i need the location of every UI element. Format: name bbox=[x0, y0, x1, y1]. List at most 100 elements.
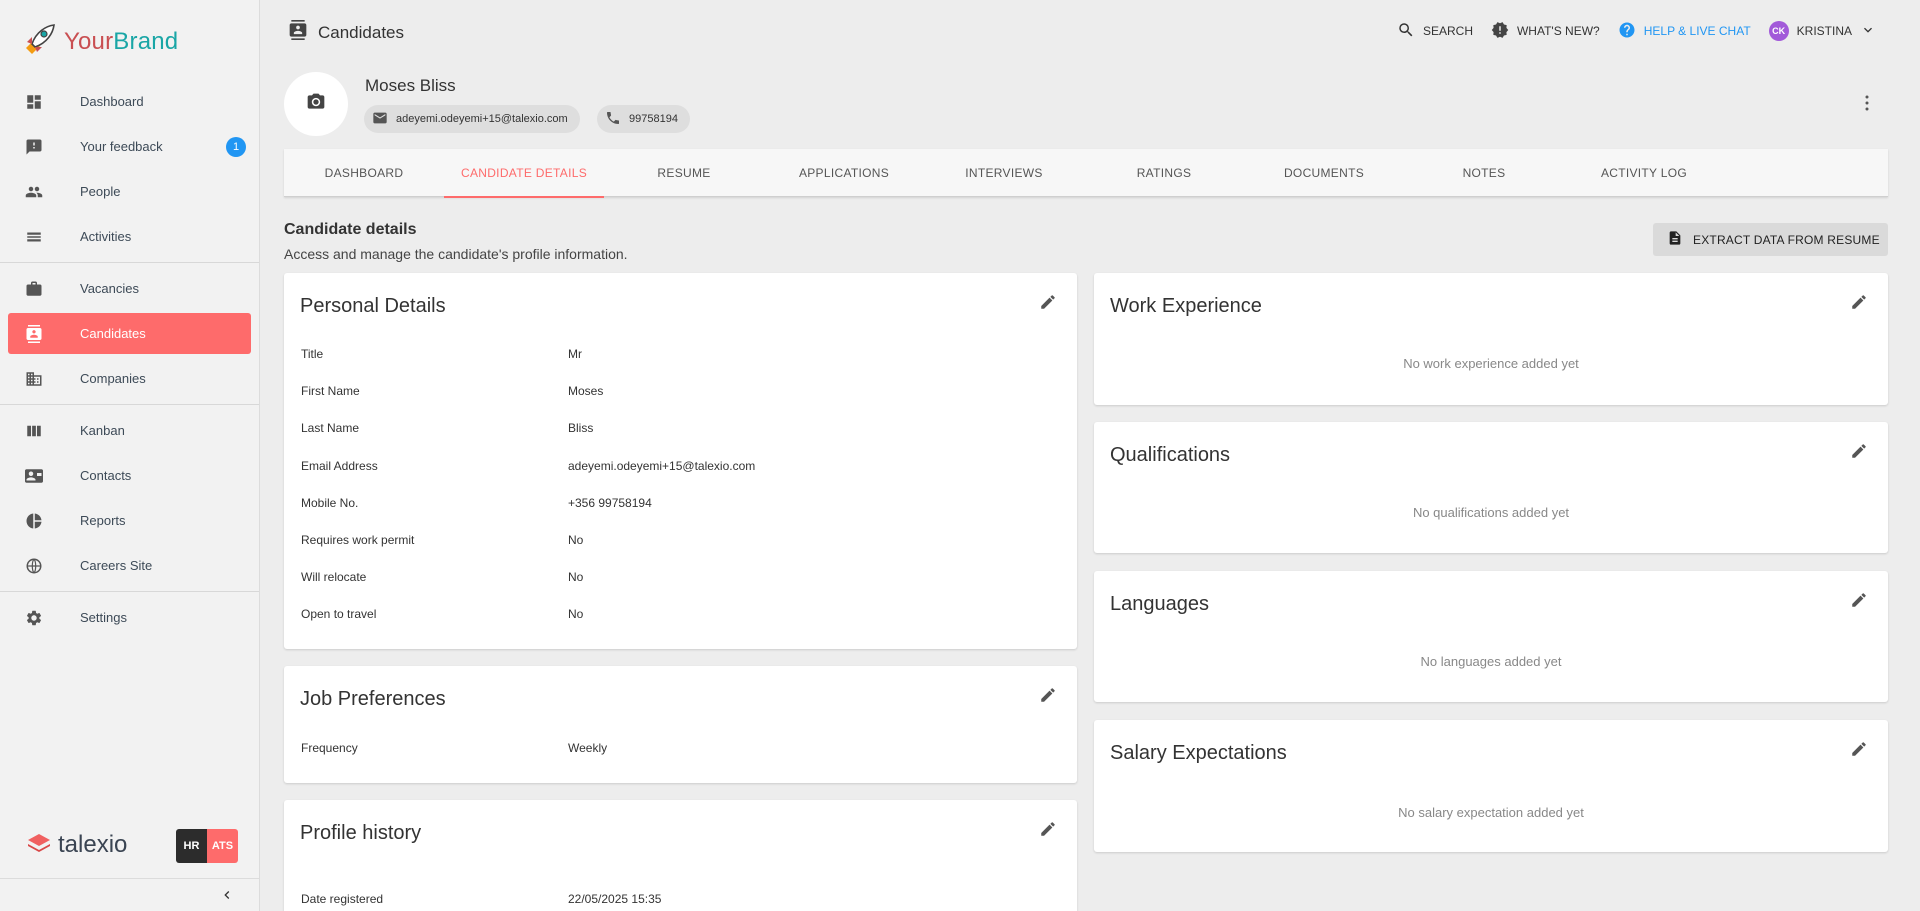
tab-notes[interactable]: NOTES bbox=[1404, 149, 1564, 197]
talexio-logo: talexio bbox=[26, 831, 127, 859]
extract-resume-label: EXTRACT DATA FROM RESUME bbox=[1693, 232, 1880, 247]
sidebar-item-contacts[interactable]: Contacts bbox=[0, 453, 259, 498]
product-switcher[interactable]: HR ATS bbox=[176, 829, 238, 863]
chevron-down-icon bbox=[1860, 22, 1876, 41]
search-icon bbox=[1397, 21, 1415, 42]
collapse-sidebar-icon[interactable] bbox=[219, 887, 235, 908]
search-button[interactable]: SEARCH bbox=[1397, 21, 1473, 42]
user-name: KRISTINA bbox=[1796, 24, 1852, 38]
edit-pencil-icon[interactable] bbox=[1039, 293, 1057, 316]
whats-new-label: WHAT'S NEW? bbox=[1516, 24, 1600, 38]
sidebar-item-label: Dashboard bbox=[80, 94, 144, 109]
languages-card: Languages No languages added yet bbox=[1094, 571, 1888, 702]
detail-label: Will relocate bbox=[301, 570, 367, 584]
sidebar-item-label: Contacts bbox=[80, 468, 132, 483]
help-label: HELP & LIVE CHAT bbox=[1643, 24, 1751, 38]
sidebar-item-careers-site[interactable]: Careers Site bbox=[0, 543, 259, 588]
detail-value: Mr bbox=[568, 347, 582, 361]
activities-icon bbox=[24, 227, 44, 247]
email-chip-label: adeyemi.odeyemi+15@talexio.com bbox=[396, 113, 568, 125]
rocket-icon bbox=[22, 22, 58, 61]
detail-label: Email Address bbox=[301, 459, 378, 473]
help-chat-button[interactable]: HELP & LIVE CHAT bbox=[1618, 21, 1751, 42]
card-title: Job Preferences bbox=[300, 688, 446, 710]
empty-state-text: No work experience added yet bbox=[1403, 356, 1579, 371]
job-preferences-card: Job Preferences Frequency Weekly bbox=[284, 666, 1077, 783]
card-title: Personal Details bbox=[300, 295, 446, 317]
brand-logo[interactable]: YourBrand bbox=[22, 22, 178, 61]
email-chip[interactable]: adeyemi.odeyemi+15@talexio.com bbox=[364, 105, 580, 133]
hr-switch[interactable]: HR bbox=[176, 829, 207, 863]
detail-value: Bliss bbox=[568, 421, 594, 435]
edit-pencil-icon[interactable] bbox=[1850, 442, 1868, 465]
sidebar-divider bbox=[0, 262, 259, 263]
sidebar-item-people[interactable]: People bbox=[0, 169, 259, 214]
detail-value: Moses bbox=[568, 384, 604, 398]
sidebar-item-companies[interactable]: Companies bbox=[0, 356, 259, 401]
sidebar-item-candidates[interactable]: Candidates bbox=[8, 313, 251, 354]
detail-label: Requires work permit bbox=[301, 533, 415, 547]
candidate-tabs: DASHBOARD CANDIDATE DETAILS RESUME APPLI… bbox=[284, 149, 1888, 198]
avatar: CK bbox=[1768, 21, 1789, 41]
user-menu[interactable]: CK KRISTINA bbox=[1768, 21, 1876, 41]
people-icon bbox=[24, 182, 44, 202]
edit-pencil-icon[interactable] bbox=[1850, 740, 1868, 763]
sidebar-item-kanban[interactable]: Kanban bbox=[0, 408, 259, 453]
page-title: Candidates bbox=[288, 20, 404, 45]
tab-activity-log[interactable]: ACTIVITY LOG bbox=[1564, 149, 1724, 197]
more-options-icon[interactable] bbox=[1862, 94, 1872, 117]
sidebar-item-label: Candidates bbox=[80, 326, 146, 341]
notification-badge: 1 bbox=[226, 136, 246, 157]
pie-chart-icon bbox=[24, 511, 44, 531]
sidebar-item-activities[interactable]: Activities bbox=[0, 214, 259, 259]
edit-pencil-icon[interactable] bbox=[1039, 686, 1057, 709]
help-icon bbox=[1618, 21, 1636, 42]
new-badge-icon bbox=[1491, 21, 1509, 42]
upload-photo-button[interactable] bbox=[284, 72, 348, 136]
building-icon bbox=[24, 369, 44, 389]
tab-documents[interactable]: DOCUMENTS bbox=[1244, 149, 1404, 197]
sidebar-nav: Dashboard Your feedback 1 People Activit… bbox=[0, 79, 259, 640]
detail-value: +356 99758194 bbox=[568, 496, 652, 510]
personal-details-card: Personal Details Title Mr First Name Moses… bbox=[284, 273, 1077, 649]
sidebar-item-label: Settings bbox=[80, 610, 127, 625]
sidebar-item-label: Companies bbox=[80, 371, 146, 386]
tab-dashboard[interactable]: DASHBOARD bbox=[284, 149, 444, 197]
top-actions: SEARCH WHAT'S NEW? HELP & LIVE CHAT CK K… bbox=[1397, 20, 1876, 42]
feedback-icon bbox=[24, 137, 44, 157]
qualifications-card: Qualifications No qualifications added y… bbox=[1094, 422, 1888, 553]
edit-pencil-icon[interactable] bbox=[1039, 820, 1057, 843]
sidebar-item-dashboard[interactable]: Dashboard bbox=[0, 79, 259, 124]
sidebar-item-vacancies[interactable]: Vacancies bbox=[0, 266, 259, 311]
tab-interviews[interactable]: INTERVIEWS bbox=[924, 149, 1084, 197]
detail-value: No bbox=[568, 570, 584, 584]
card-title: Profile history bbox=[300, 822, 422, 844]
email-icon bbox=[372, 110, 388, 129]
edit-pencil-icon[interactable] bbox=[1850, 293, 1868, 316]
sidebar-item-label: Your feedback bbox=[80, 139, 163, 154]
sidebar-item-reports[interactable]: Reports bbox=[0, 498, 259, 543]
sidebar-divider bbox=[0, 404, 259, 405]
extract-resume-button[interactable]: EXTRACT DATA FROM RESUME bbox=[1653, 223, 1888, 256]
whats-new-button[interactable]: WHAT'S NEW? bbox=[1491, 21, 1600, 42]
sidebar-divider bbox=[0, 591, 259, 592]
card-title: Languages bbox=[1110, 593, 1209, 615]
candidate-name: Moses Bliss bbox=[365, 76, 456, 95]
tab-candidate-details[interactable]: CANDIDATE DETAILS bbox=[444, 149, 604, 198]
sidebar-item-label: People bbox=[80, 184, 121, 199]
tab-resume[interactable]: RESUME bbox=[604, 149, 764, 197]
edit-pencil-icon[interactable] bbox=[1850, 591, 1868, 614]
tab-applications[interactable]: APPLICATIONS bbox=[764, 149, 924, 197]
phone-chip[interactable]: 99758194 bbox=[597, 105, 690, 133]
detail-label: First Name bbox=[301, 384, 360, 398]
tab-ratings[interactable]: RATINGS bbox=[1084, 149, 1244, 197]
detail-value: Weekly bbox=[568, 741, 608, 755]
sidebar-item-your-feedback[interactable]: Your feedback 1 bbox=[0, 124, 259, 169]
card-title: Qualifications bbox=[1110, 444, 1231, 466]
sidebar-item-settings[interactable]: Settings bbox=[0, 595, 259, 640]
sidebar-item-label: Careers Site bbox=[80, 558, 153, 573]
empty-state-text: No qualifications added yet bbox=[1412, 505, 1570, 520]
ats-switch[interactable]: ATS bbox=[207, 829, 238, 863]
sidebar-item-label: Vacancies bbox=[80, 281, 140, 296]
empty-state-text: No languages added yet bbox=[1420, 654, 1562, 669]
